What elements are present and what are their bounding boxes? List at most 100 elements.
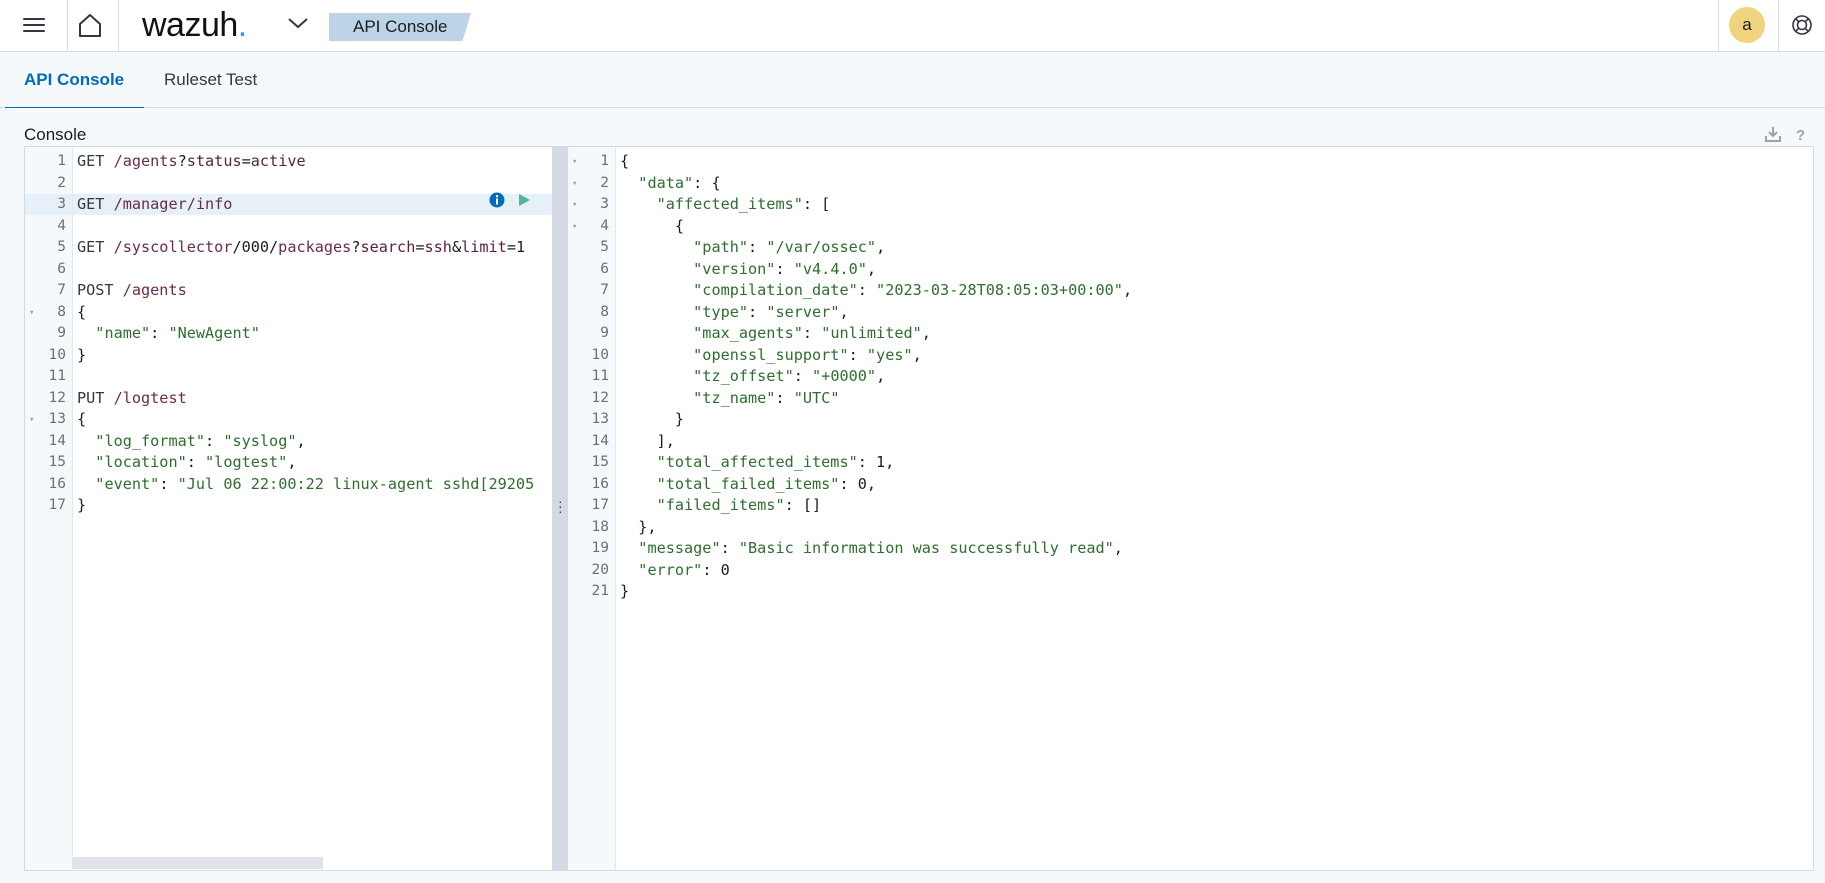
chevron-down-icon[interactable] [287, 16, 309, 30]
code-line[interactable]: ], [620, 431, 675, 452]
line-number: 15 [591, 454, 609, 470]
top-bar: wazuh. API Console a [0, 0, 1825, 52]
code-line[interactable]: "location": "logtest", [77, 452, 296, 473]
horizontal-scrollbar[interactable] [73, 857, 323, 869]
code-line[interactable]: GET /manager/info [77, 194, 232, 215]
code-line[interactable]: { [620, 216, 684, 237]
code-line[interactable]: "event": "Jul 06 22:00:22 linux-agent ss… [77, 474, 534, 495]
line-number: 7 [57, 282, 66, 298]
line-number: 9 [57, 325, 66, 341]
wazuh-logo[interactable]: wazuh. [142, 6, 247, 45]
line-number: 19 [591, 540, 609, 556]
code-line[interactable]: "max_agents": "unlimited", [620, 323, 931, 344]
line-number: 2 [600, 174, 609, 191]
code-line[interactable]: POST /agents [77, 280, 187, 301]
line-number: 14 [591, 432, 609, 449]
fold-toggle-icon[interactable]: ▾ [29, 415, 34, 425]
code-line[interactable]: "version": "v4.4.0", [620, 259, 876, 280]
breadcrumb-api-console[interactable]: API Console [329, 13, 471, 41]
line-number: 1 [57, 153, 66, 169]
line-number: 20 [591, 561, 609, 578]
code-line[interactable]: "compilation_date": "2023-03-28T08:05:03… [620, 280, 1132, 301]
request-editor[interactable]: 1 2 3 4 5 6 7 8 ▾ 9 10 11 12 13 ▾ 14 15 16 17 GET /agents?… [25, 147, 552, 870]
response-code[interactable]: { "data": { "affected_items": [ { "path"… [616, 147, 1813, 870]
svg-text:?: ? [1796, 127, 1805, 142]
line-number: 21 [591, 583, 609, 599]
fold-toggle-icon[interactable]: ▾ [572, 200, 577, 210]
code-line[interactable]: "total_affected_items": 1, [620, 452, 895, 473]
line-number: 13 [48, 411, 66, 427]
fold-toggle-icon[interactable]: ▾ [572, 222, 577, 232]
code-line[interactable]: { [77, 409, 86, 430]
code-line[interactable]: "path": "/var/ossec", [620, 237, 885, 258]
editor-container: 1 2 3 4 5 6 7 8 ▾ 9 10 11 12 13 ▾ 14 15 16 17 GET /agents?… [24, 146, 1814, 871]
line-number: 16 [48, 475, 66, 492]
line-number: 4 [600, 217, 609, 234]
line-number: 1 [600, 153, 609, 169]
line-number: 18 [591, 518, 609, 535]
request-code[interactable]: GET /agents?status=active GET /manager/in… [73, 147, 552, 870]
code-line[interactable]: } [77, 495, 86, 516]
console-panel: Console ? 1 2 3 4 5 6 7 8 ▾ 9 10 11 12 13 ▾ 14 15 16 17 GE… [0, 108, 1825, 883]
fold-toggle-icon[interactable]: ▾ [29, 308, 34, 318]
code-line[interactable]: } [620, 409, 684, 430]
header-divider [118, 0, 119, 52]
code-line[interactable]: PUT /logtest [77, 388, 187, 409]
line-number: 12 [48, 389, 66, 406]
line-number: 11 [591, 368, 609, 384]
line-number: 4 [57, 217, 66, 234]
code-line[interactable]: }, [620, 517, 656, 538]
tab-bar: API Console Ruleset Test [0, 52, 1825, 109]
line-number: 2 [57, 174, 66, 191]
code-line[interactable]: GET /agents?status=active [77, 151, 306, 172]
pane-resizer[interactable]: · · · [552, 147, 568, 870]
code-line[interactable]: "error": 0 [620, 560, 729, 581]
line-number: 8 [600, 303, 609, 320]
tab-api-console[interactable]: API Console [4, 52, 145, 109]
question-icon[interactable]: ? [1792, 126, 1808, 142]
logo-text: wazuh [142, 6, 238, 44]
response-gutter: 1 ▾ 2 ▾ 3 ▾ 4 ▾ 5 6 7 8 9 10 11 12 13 14 15 16 17 18 19 20 21 [568, 147, 616, 870]
line-number: 6 [600, 260, 609, 277]
line-number: 12 [591, 389, 609, 406]
code-line[interactable]: "data": { [620, 173, 720, 194]
code-line[interactable]: "total_failed_items": 0, [620, 474, 876, 495]
response-editor[interactable]: 1 ▾ 2 ▾ 3 ▾ 4 ▾ 5 6 7 8 9 10 11 12 13 14 15 16 17 18 19 20 21 { … [568, 147, 1813, 870]
header-divider [1778, 0, 1779, 52]
line-number: 8 [57, 303, 66, 320]
code-line[interactable]: "openssl_support": "yes", [620, 345, 922, 366]
code-line[interactable]: "tz_offset": "+0000", [620, 366, 885, 387]
fold-toggle-icon[interactable]: ▾ [572, 157, 577, 167]
code-line[interactable]: { [620, 151, 629, 172]
code-line[interactable]: } [620, 581, 629, 602]
console-title: Console [24, 125, 87, 144]
info-icon[interactable] [489, 192, 505, 208]
header-divider [67, 0, 68, 52]
user-avatar[interactable]: a [1729, 7, 1765, 43]
line-number: 13 [591, 411, 609, 427]
code-line[interactable]: "type": "server", [620, 302, 848, 323]
code-line[interactable]: "name": "NewAgent" [77, 323, 260, 344]
hamburger-icon[interactable] [23, 14, 45, 34]
lifebuoy-icon[interactable] [1791, 14, 1813, 36]
code-line[interactable]: "message": "Basic information was succes… [620, 538, 1123, 559]
line-number: 5 [600, 239, 609, 255]
code-line[interactable]: "tz_name": "UTC" [620, 388, 839, 409]
code-line[interactable]: GET /syscollector/000/packages?search=ss… [77, 237, 525, 258]
code-line[interactable]: "affected_items": [ [620, 194, 831, 215]
code-line[interactable]: } [77, 345, 86, 366]
request-gutter: 1 2 3 4 5 6 7 8 ▾ 9 10 11 12 13 ▾ 14 15 16 17 [25, 147, 73, 870]
play-icon[interactable] [516, 192, 532, 208]
line-number: 14 [48, 432, 66, 449]
header-divider [1718, 0, 1719, 52]
home-icon[interactable] [77, 12, 103, 38]
tab-ruleset-test[interactable]: Ruleset Test [164, 52, 257, 108]
resize-handle-icon: · · · [558, 493, 563, 519]
code-line[interactable]: "failed_items": [] [620, 495, 822, 516]
download-icon[interactable] [1765, 126, 1781, 142]
line-number: 11 [48, 368, 66, 384]
fold-toggle-icon[interactable]: ▾ [572, 179, 577, 189]
code-line[interactable]: "log_format": "syslog", [77, 431, 305, 452]
line-number: 3 [600, 196, 609, 212]
code-line[interactable]: { [77, 302, 86, 323]
